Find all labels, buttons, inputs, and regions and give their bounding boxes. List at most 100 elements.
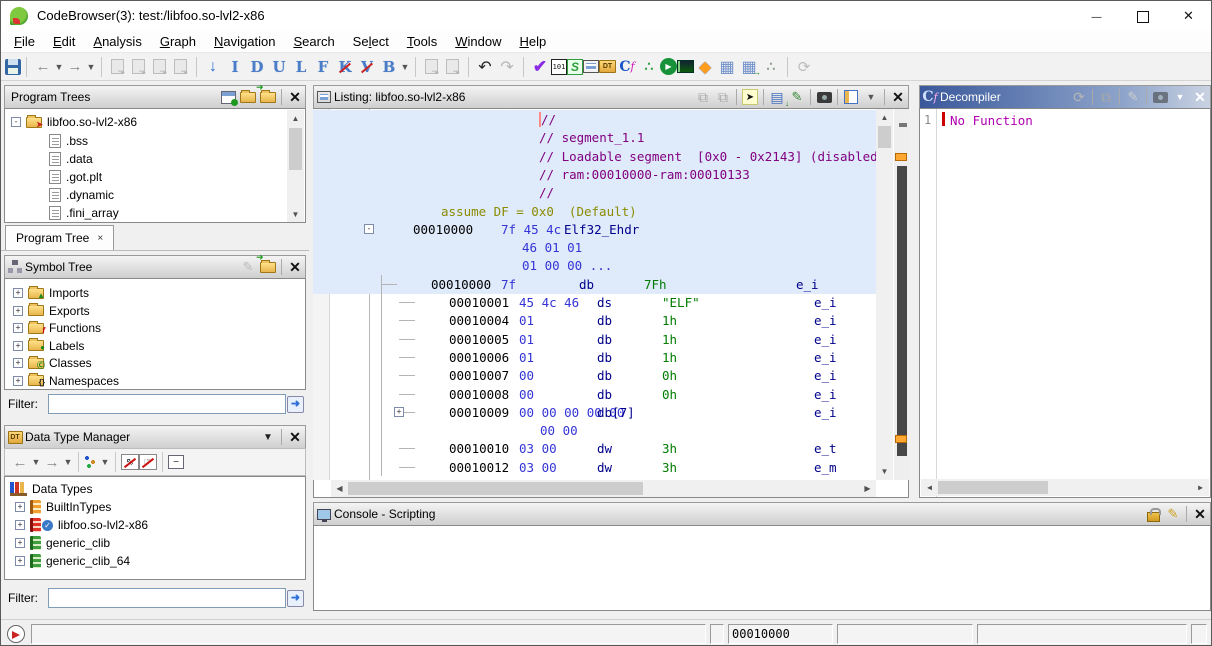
letter-K-strike-icon[interactable]: K [334,56,356,78]
table-add-icon[interactable] [218,88,238,106]
symbol-tree-body[interactable]: +▲Imports+Exports+fFunctions+●Labels+ⒸCl… [4,278,306,390]
program-tree-item[interactable]: .dynamic [49,187,114,203]
table-export-icon[interactable]: ▦→ [738,56,760,78]
page-fwd-icon[interactable] [111,59,124,74]
swap-out-icon[interactable] [446,59,459,74]
dtm-item[interactable]: +BuiltInTypes [15,499,111,515]
no-hand-icon[interactable]: ☞ [139,454,157,470]
folder-import-icon[interactable] [258,258,278,276]
program-tree-scrollbar[interactable]: ▲ ▼ [287,110,304,223]
field-header-icon[interactable]: ▤ [767,88,787,106]
expand-toggle[interactable]: + [394,407,404,417]
menu-edit[interactable]: Edit [44,32,84,51]
caret-icon[interactable]: ▼ [100,451,110,473]
close-icon[interactable]: ✕ [888,88,908,106]
symbol-tree-item-functions[interactable]: +fFunctions [13,320,101,336]
decompiler-hscrollbar[interactable]: ◀ ▶ [921,479,1209,496]
listing-content[interactable]: → //// segment_1.1// Loadable segment [0… [313,109,876,480]
redo-icon[interactable]: ↷ [496,56,518,78]
save-icon[interactable] [5,59,21,75]
caret-icon[interactable]: ▼ [31,451,41,473]
filter-options-icon[interactable]: ➜ [287,590,304,607]
program-tree-root[interactable]: - ➤ libfoo.so-lvl2-x86 [11,114,137,130]
memory-map-icon[interactable] [583,60,599,73]
cursor-style-icon[interactable]: ➤ [740,88,760,106]
scroll-up-icon[interactable]: ▲ [287,110,304,127]
close-button[interactable] [1166,1,1211,31]
collapse-all-icon[interactable]: − [168,455,184,469]
menu-help[interactable]: Help [510,32,555,51]
symbol-tree-item-labels[interactable]: +●Labels [13,338,84,354]
expand-toggle[interactable]: + [13,288,23,298]
dtm-filter-input[interactable] [48,588,286,608]
listing-vscrollbar[interactable]: ▲ ▼ [876,109,893,480]
back-sm-icon[interactable]: ← [9,451,31,473]
forward-icon[interactable]: → [64,56,86,78]
back-icon[interactable]: ← [32,56,54,78]
listing-line[interactable]: // [313,183,876,202]
program-tree-item[interactable]: .bss [49,133,88,149]
close-icon[interactable]: ✕ [285,258,305,276]
letter-D-icon[interactable]: D [246,56,268,78]
listing-line[interactable]: 0001000700db0he_i [331,366,876,385]
listing-line[interactable]: 0001001003 00dw3he_t [331,439,876,458]
caret-icon[interactable]: ▼ [63,451,73,473]
close-icon[interactable]: ✕ [285,88,305,106]
dtm-item[interactable]: +generic_clib [15,535,110,551]
calltree-icon[interactable]: ∴ [638,56,660,78]
dtm-body[interactable]: Data Types +BuiltInTypes+✓libfoo.so-lvl2… [4,476,306,580]
close-icon[interactable]: ✕ [285,428,305,446]
folder-import-icon[interactable] [258,88,278,106]
panel-options-icon[interactable] [841,88,861,106]
menu-window[interactable]: Window [446,32,510,51]
dtm-item[interactable]: +✓libfoo.so-lvl2-x86 [15,517,148,533]
caret-icon[interactable]: ▼ [54,56,64,78]
bookmark-marker[interactable] [895,153,907,161]
scroll-left-icon[interactable]: ◀ [921,479,938,496]
diamond-icon[interactable]: ◆ [694,56,716,78]
listing-line[interactable]: // segment_1.1 [313,128,876,147]
scroll-right-icon[interactable]: ▶ [859,480,876,497]
check-icon[interactable]: ✔ [529,56,551,78]
menu-search[interactable]: Search [284,32,343,51]
listing-line[interactable]: // Loadable segment [0x0 - 0x2143] (disa… [313,147,876,166]
expand-toggle[interactable]: + [13,358,23,368]
expand-toggle[interactable]: + [13,306,23,316]
scroll-up-icon[interactable]: ▲ [876,109,893,126]
forward-sm-icon[interactable]: → [41,451,63,473]
expand-toggle[interactable]: + [13,323,23,333]
menu-select[interactable]: Select [344,32,398,51]
scroll-left-icon[interactable]: ◀ [331,480,348,497]
tab-close-icon[interactable]: × [97,233,103,244]
cf-decompiler-icon[interactable]: Cf [616,56,638,78]
symbol-tree-item-classes[interactable]: +ⒸClasses [13,355,92,371]
datatype-folder-icon[interactable]: DT [599,60,616,73]
chevron-down-icon[interactable]: ▼ [861,88,881,106]
program-tree-tab[interactable]: Program Tree × [5,225,114,250]
expand-toggle[interactable]: + [15,556,25,566]
pencil-icon[interactable]: ✎ [1163,505,1183,523]
letter-V-strike-icon[interactable]: V [356,56,378,78]
symbol-tree-item-namespaces[interactable]: +{}Namespaces [13,373,119,389]
scroll-right-icon[interactable]: ▶ [1192,479,1209,496]
edit-fields-icon[interactable]: ✎ [787,88,807,106]
listing-line[interactable]: // ram:00010000-ram:00010133 [313,165,876,184]
program-tree-item[interactable]: .got.plt [49,169,102,185]
expand-toggle[interactable]: + [15,502,25,512]
play-icon[interactable]: ▶ [660,58,677,75]
maximize-button[interactable] [1120,1,1165,31]
listing-hscrollbar[interactable]: ◀ ▶ [331,480,876,497]
bookmark-marker[interactable] [895,435,907,443]
undo-icon[interactable]: ↶ [474,56,496,78]
close-icon[interactable]: ✕ [1190,505,1210,523]
caret-icon[interactable]: ▼ [86,56,96,78]
letter-U-icon[interactable]: U [268,56,290,78]
expand-toggle[interactable]: + [13,376,23,386]
listing-line[interactable]: 0001000501db1he_i [331,330,876,349]
camera-icon[interactable] [814,88,834,106]
listing-line[interactable]: 00 00 [331,421,876,440]
filter-options-icon[interactable]: ➜ [287,396,304,413]
script-manager-icon[interactable]: S [567,59,583,75]
program-tree-item[interactable]: .fini_array [49,205,119,221]
letter-L-icon[interactable]: L [290,56,312,78]
